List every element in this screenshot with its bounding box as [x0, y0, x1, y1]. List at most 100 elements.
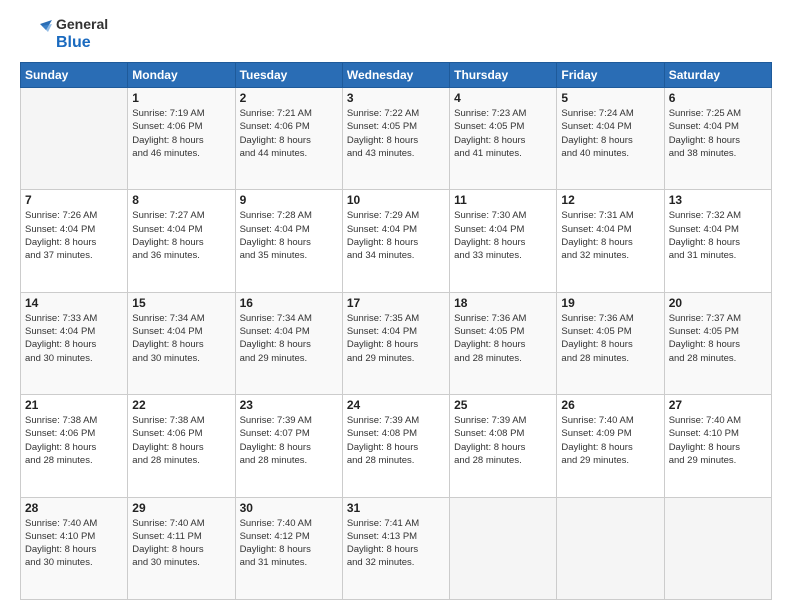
- calendar-cell: 3 Sunrise: 7:22 AMSunset: 4:05 PMDaylight…: [342, 87, 449, 189]
- day-number: 31: [347, 501, 445, 515]
- calendar-cell: 27Sunrise: 7:40 AMSunset: 4:10 PMDayligh…: [664, 395, 771, 497]
- header: General Blue: [20, 16, 772, 52]
- day-number: 4: [454, 91, 552, 105]
- calendar-dow-saturday: Saturday: [664, 62, 771, 87]
- calendar-cell: 20 Sunrise: 7:37 AMSunset: 4:05 PMDayligh…: [664, 292, 771, 394]
- calendar-header-row: SundayMondayTuesdayWednesdayThursdayFrid…: [21, 62, 772, 87]
- calendar-cell: 24Sunrise: 7:39 AMSunset: 4:08 PMDayligh…: [342, 395, 449, 497]
- day-number: 28: [25, 501, 123, 515]
- calendar-cell: 5 Sunrise: 7:24 AMSunset: 4:04 PMDaylight…: [557, 87, 664, 189]
- calendar-cell: 31 Sunrise: 7:41 AMSunset: 4:13 PMDayligh…: [342, 497, 449, 599]
- calendar-dow-thursday: Thursday: [450, 62, 557, 87]
- day-number: 3: [347, 91, 445, 105]
- calendar-cell: 18 Sunrise: 7:36 AMSunset: 4:05 PMDayligh…: [450, 292, 557, 394]
- day-number: 29: [132, 501, 230, 515]
- day-number: 14: [25, 296, 123, 310]
- calendar-week-5: 28Sunrise: 7:40 AMSunset: 4:10 PMDayligh…: [21, 497, 772, 599]
- calendar-cell: 30Sunrise: 7:40 AMSunset: 4:12 PMDayligh…: [235, 497, 342, 599]
- day-info: Sunrise: 7:31 AMSunset: 4:04 PMDaylight:…: [561, 209, 659, 262]
- day-info: Sunrise: 7:23 AMSunset: 4:05 PMDaylight:…: [454, 107, 552, 160]
- day-info: Sunrise: 7:36 AMSunset: 4:05 PMDaylight:…: [454, 312, 552, 365]
- calendar-week-3: 14 Sunrise: 7:33 AMSunset: 4:04 PMDayligh…: [21, 292, 772, 394]
- calendar-dow-friday: Friday: [557, 62, 664, 87]
- calendar-cell: [21, 87, 128, 189]
- calendar-cell: 23Sunrise: 7:39 AMSunset: 4:07 PMDayligh…: [235, 395, 342, 497]
- day-number: 9: [240, 193, 338, 207]
- calendar-cell: 15 Sunrise: 7:34 AMSunset: 4:04 PMDayligh…: [128, 292, 235, 394]
- day-info: Sunrise: 7:40 AMSunset: 4:11 PMDaylight:…: [132, 517, 230, 570]
- day-number: 25: [454, 398, 552, 412]
- day-info: Sunrise: 7:40 AMSunset: 4:09 PMDaylight:…: [561, 414, 659, 467]
- day-number: 1: [132, 91, 230, 105]
- day-number: 26: [561, 398, 659, 412]
- day-number: 18: [454, 296, 552, 310]
- calendar-cell: [557, 497, 664, 599]
- day-info: Sunrise: 7:30 AMSunset: 4:04 PMDaylight:…: [454, 209, 552, 262]
- day-info: Sunrise: 7:35 AMSunset: 4:04 PMDaylight:…: [347, 312, 445, 365]
- day-info: Sunrise: 7:41 AMSunset: 4:13 PMDaylight:…: [347, 517, 445, 570]
- day-number: 21: [25, 398, 123, 412]
- day-number: 2: [240, 91, 338, 105]
- calendar-cell: 11 Sunrise: 7:30 AMSunset: 4:04 PMDayligh…: [450, 190, 557, 292]
- day-info: Sunrise: 7:37 AMSunset: 4:05 PMDaylight:…: [669, 312, 767, 365]
- day-info: Sunrise: 7:39 AMSunset: 4:08 PMDaylight:…: [454, 414, 552, 467]
- day-info: Sunrise: 7:22 AMSunset: 4:05 PMDaylight:…: [347, 107, 445, 160]
- day-info: Sunrise: 7:32 AMSunset: 4:04 PMDaylight:…: [669, 209, 767, 262]
- calendar-cell: 19 Sunrise: 7:36 AMSunset: 4:05 PMDayligh…: [557, 292, 664, 394]
- calendar-cell: 12Sunrise: 7:31 AMSunset: 4:04 PMDayligh…: [557, 190, 664, 292]
- calendar-cell: 8 Sunrise: 7:27 AMSunset: 4:04 PMDaylight…: [128, 190, 235, 292]
- day-info: Sunrise: 7:36 AMSunset: 4:05 PMDaylight:…: [561, 312, 659, 365]
- day-number: 6: [669, 91, 767, 105]
- day-number: 17: [347, 296, 445, 310]
- calendar-cell: 26 Sunrise: 7:40 AMSunset: 4:09 PMDayligh…: [557, 395, 664, 497]
- day-info: Sunrise: 7:40 AMSunset: 4:10 PMDaylight:…: [669, 414, 767, 467]
- logo-general-text: General: [56, 16, 108, 33]
- calendar-table: SundayMondayTuesdayWednesdayThursdayFrid…: [20, 62, 772, 600]
- calendar-cell: 25 Sunrise: 7:39 AMSunset: 4:08 PMDayligh…: [450, 395, 557, 497]
- day-number: 16: [240, 296, 338, 310]
- day-info: Sunrise: 7:19 AMSunset: 4:06 PMDaylight:…: [132, 107, 230, 160]
- calendar-cell: 1 Sunrise: 7:19 AMSunset: 4:06 PMDaylight…: [128, 87, 235, 189]
- calendar-dow-sunday: Sunday: [21, 62, 128, 87]
- calendar-cell: 29 Sunrise: 7:40 AMSunset: 4:11 PMDayligh…: [128, 497, 235, 599]
- day-number: 20: [669, 296, 767, 310]
- calendar-cell: 9 Sunrise: 7:28 AMSunset: 4:04 PMDaylight…: [235, 190, 342, 292]
- day-info: Sunrise: 7:34 AMSunset: 4:04 PMDaylight:…: [240, 312, 338, 365]
- day-number: 5: [561, 91, 659, 105]
- logo-text: General Blue: [56, 16, 108, 52]
- day-number: 23: [240, 398, 338, 412]
- day-info: Sunrise: 7:24 AMSunset: 4:04 PMDaylight:…: [561, 107, 659, 160]
- calendar-cell: 17 Sunrise: 7:35 AMSunset: 4:04 PMDayligh…: [342, 292, 449, 394]
- day-number: 7: [25, 193, 123, 207]
- day-number: 15: [132, 296, 230, 310]
- calendar-cell: 16 Sunrise: 7:34 AMSunset: 4:04 PMDayligh…: [235, 292, 342, 394]
- calendar-cell: 10 Sunrise: 7:29 AMSunset: 4:04 PMDayligh…: [342, 190, 449, 292]
- logo: General Blue: [20, 16, 108, 52]
- logo-blue-text: Blue: [56, 33, 108, 52]
- day-info: Sunrise: 7:34 AMSunset: 4:04 PMDaylight:…: [132, 312, 230, 365]
- calendar-cell: 7Sunrise: 7:26 AMSunset: 4:04 PMDaylight…: [21, 190, 128, 292]
- day-number: 19: [561, 296, 659, 310]
- day-info: Sunrise: 7:21 AMSunset: 4:06 PMDaylight:…: [240, 107, 338, 160]
- day-info: Sunrise: 7:38 AMSunset: 4:06 PMDaylight:…: [25, 414, 123, 467]
- day-number: 11: [454, 193, 552, 207]
- calendar-dow-tuesday: Tuesday: [235, 62, 342, 87]
- day-info: Sunrise: 7:25 AMSunset: 4:04 PMDaylight:…: [669, 107, 767, 160]
- logo-bird-icon: [20, 18, 52, 50]
- calendar-cell: 4 Sunrise: 7:23 AMSunset: 4:05 PMDaylight…: [450, 87, 557, 189]
- day-number: 8: [132, 193, 230, 207]
- day-info: Sunrise: 7:28 AMSunset: 4:04 PMDaylight:…: [240, 209, 338, 262]
- calendar-cell: 21 Sunrise: 7:38 AMSunset: 4:06 PMDayligh…: [21, 395, 128, 497]
- calendar-week-1: 1 Sunrise: 7:19 AMSunset: 4:06 PMDaylight…: [21, 87, 772, 189]
- calendar-cell: 6 Sunrise: 7:25 AMSunset: 4:04 PMDaylight…: [664, 87, 771, 189]
- calendar-cell: 28Sunrise: 7:40 AMSunset: 4:10 PMDayligh…: [21, 497, 128, 599]
- calendar-cell: 13Sunrise: 7:32 AMSunset: 4:04 PMDayligh…: [664, 190, 771, 292]
- day-info: Sunrise: 7:29 AMSunset: 4:04 PMDaylight:…: [347, 209, 445, 262]
- calendar-dow-wednesday: Wednesday: [342, 62, 449, 87]
- day-info: Sunrise: 7:39 AMSunset: 4:08 PMDaylight:…: [347, 414, 445, 467]
- day-info: Sunrise: 7:33 AMSunset: 4:04 PMDaylight:…: [25, 312, 123, 365]
- day-number: 30: [240, 501, 338, 515]
- day-number: 10: [347, 193, 445, 207]
- day-info: Sunrise: 7:27 AMSunset: 4:04 PMDaylight:…: [132, 209, 230, 262]
- calendar-week-4: 21 Sunrise: 7:38 AMSunset: 4:06 PMDayligh…: [21, 395, 772, 497]
